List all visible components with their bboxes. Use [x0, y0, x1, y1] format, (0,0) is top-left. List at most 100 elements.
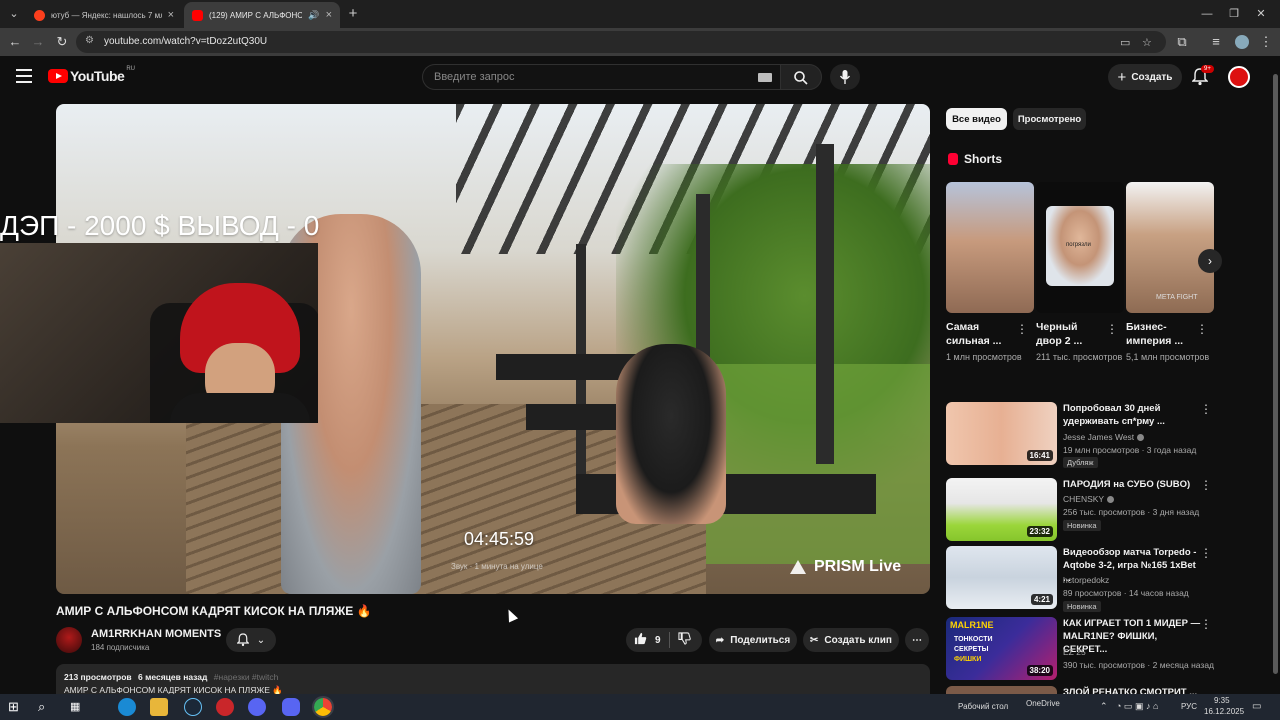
address-bar[interactable]: ⚙ youtube.com/watch?v=tDoz2utQ30U ▭ ☆	[76, 31, 1166, 53]
steam-icon[interactable]	[184, 698, 202, 716]
more-vertical-icon[interactable]: ⋮	[1196, 322, 1208, 336]
short-title[interactable]: Бизнес-империя ...	[1126, 320, 1196, 348]
channel-name[interactable]: CHENSKY	[1063, 494, 1104, 504]
video-channel[interactable]: Jesse James West	[1063, 432, 1145, 442]
profile-icon[interactable]	[1232, 32, 1252, 52]
video-title[interactable]: ПАРОДИЯ на СУБО (SUBO)	[1063, 478, 1203, 491]
hashtags[interactable]: #нарезки #twitch	[214, 672, 279, 682]
short-thumbnail[interactable]: META FIGHT	[1126, 182, 1214, 313]
desktop-toolbar-label[interactable]: Рабочий стол	[958, 702, 1008, 711]
create-button[interactable]: + Создать	[1108, 64, 1182, 90]
watermark-text: PRISM Live	[814, 558, 902, 575]
app-icon[interactable]	[248, 698, 266, 716]
keyboard-icon[interactable]	[758, 73, 772, 82]
chevron-right-icon[interactable]: ›	[1198, 249, 1222, 273]
back-icon[interactable]: ←	[5, 32, 25, 52]
recommended-video[interactable]: 23:32 ПАРОДИЯ на СУБО (SUBO) CHENSKY 256…	[946, 478, 1216, 542]
video-thumbnail[interactable]: MALR1NE ТОНКОСТИ СЕКРЕТЫ ФИШКИ 38:20	[946, 617, 1057, 680]
site-settings-icon[interactable]: ⚙	[85, 35, 94, 46]
clock-time[interactable]: 9:35	[1214, 696, 1230, 705]
account-avatar[interactable]	[1228, 66, 1250, 88]
menu-hamburger-icon[interactable]	[16, 69, 32, 83]
short-thumbnail[interactable]	[946, 182, 1034, 313]
video-title[interactable]: Попробовал 30 дней удерживать сп*рму ...	[1063, 402, 1203, 428]
short-title[interactable]: Черный двор 2 ...	[1036, 320, 1106, 348]
discord-icon[interactable]	[282, 698, 300, 716]
chip-all-videos[interactable]: Все видео	[946, 108, 1007, 130]
bell-icon	[236, 633, 249, 647]
speaker-icon[interactable]: 🔊	[308, 10, 319, 21]
video-thumbnail[interactable]	[946, 686, 1057, 694]
close-window-icon[interactable]: ✕	[1250, 5, 1272, 23]
video-thumbnail[interactable]: 4:21	[946, 546, 1057, 609]
more-vertical-icon[interactable]: ⋮	[1200, 478, 1212, 492]
extensions-icon[interactable]: ⧉	[1172, 32, 1192, 52]
more-actions-button[interactable]: ⋯	[905, 628, 929, 652]
youtube-logo[interactable]: YouTube RU	[48, 66, 135, 84]
browser-tab-yandex[interactable]: ютуб — Яндекс: нашлось 7 млн ×	[26, 2, 182, 28]
forward-icon[interactable]: →	[28, 32, 48, 52]
tray-icons[interactable]: ◔ ▭ ▣ ♪ ⌂	[1116, 701, 1158, 712]
tab-search-icon[interactable]: ⌄	[3, 5, 25, 23]
channel-avatar[interactable]	[56, 627, 82, 653]
short-title[interactable]: Самая сильная ...	[946, 320, 1016, 348]
like-button[interactable]	[634, 632, 647, 648]
like-divider	[668, 632, 670, 648]
language-indicator[interactable]: РУС	[1181, 702, 1197, 711]
more-vertical-icon[interactable]: ⋮	[1106, 322, 1118, 336]
search-input[interactable]: Введите запрос	[422, 64, 780, 90]
reload-icon[interactable]: ↻	[52, 32, 72, 52]
close-tab-icon[interactable]: ×	[326, 9, 332, 21]
subscription-bell-button[interactable]: ⌄	[226, 628, 276, 652]
short-card[interactable]: Самая сильная ... 1 млн просмотров ⋮	[946, 182, 1034, 364]
share-button[interactable]: ➦ Поделиться	[709, 628, 797, 652]
clock-date[interactable]: 16.12.2025	[1204, 707, 1244, 716]
reading-list-icon[interactable]: ≡	[1206, 32, 1226, 52]
more-vertical-icon[interactable]: ⋮	[1200, 617, 1212, 631]
recommended-video[interactable]: MALR1NE ТОНКОСТИ СЕКРЕТЫ ФИШКИ 38:20 КАК…	[946, 617, 1216, 681]
short-views: 1 млн просмотров	[946, 352, 1022, 362]
short-thumbnail[interactable]: погрязли	[1036, 182, 1124, 313]
channel-name[interactable]: AM1RRKHAN MOMENTS	[91, 628, 221, 640]
recommended-video[interactable]: 16:41 Попробовал 30 дней удерживать сп*р…	[946, 402, 1216, 468]
file-explorer-icon[interactable]	[150, 698, 168, 716]
app-icon[interactable]	[216, 698, 234, 716]
dislike-button[interactable]	[677, 632, 691, 648]
browser-menu-icon[interactable]: ⋮	[1256, 32, 1276, 52]
video-channel[interactable]: CHENSKY	[1063, 494, 1115, 504]
short-card[interactable]: погрязли Черный двор 2 ... 211 тыс. прос…	[1036, 182, 1124, 364]
recommended-video[interactable]: ЗЛОЙ РЕНАТКО СМОТРИТ ...	[946, 686, 1216, 694]
video-channel[interactable]: EZ 25	[1063, 647, 1086, 657]
search-button[interactable]	[780, 64, 822, 90]
windows-start-icon[interactable]: ⊞	[8, 698, 26, 716]
close-tab-icon[interactable]: ×	[168, 9, 174, 21]
video-title[interactable]: ЗЛОЙ РЕНАТКО СМОТРИТ ...	[1063, 686, 1203, 694]
scrollbar-thumb[interactable]	[1273, 74, 1278, 674]
create-clip-button[interactable]: ✂ Создать клип	[803, 628, 899, 652]
recommended-video[interactable]: 4:21 Видеообзор матча Torpedo - Aqtobe 3…	[946, 546, 1216, 612]
video-thumbnail[interactable]: 23:32	[946, 478, 1057, 541]
new-tab-plus-icon[interactable]: +	[342, 5, 364, 23]
restore-icon[interactable]: ❐	[1223, 5, 1245, 23]
more-vertical-icon[interactable]: ⋮	[1200, 546, 1212, 560]
minimize-icon[interactable]: —	[1196, 5, 1218, 23]
chip-watched[interactable]: Просмотрено	[1013, 108, 1086, 130]
notification-center-icon[interactable]: ▭	[1252, 701, 1261, 712]
voice-search-button[interactable]	[830, 64, 860, 90]
onedrive-label[interactable]: OneDrive	[1026, 699, 1060, 708]
short-card[interactable]: META FIGHT Бизнес-империя ... 5,1 млн пр…	[1126, 182, 1214, 364]
channel-name[interactable]: Jesse James West	[1063, 432, 1134, 442]
more-vertical-icon[interactable]: ⋮	[1016, 322, 1028, 336]
cast-icon[interactable]: ▭	[1120, 36, 1130, 49]
search-taskbar-icon[interactable]: ⌕	[38, 698, 56, 716]
video-channel[interactable]: hctorpedokz	[1063, 575, 1109, 585]
more-vertical-icon[interactable]: ⋮	[1200, 402, 1212, 416]
tray-chevron-icon[interactable]: ⌃	[1100, 701, 1108, 712]
url-text[interactable]: youtube.com/watch?v=tDoz2utQ30U	[104, 36, 267, 47]
chrome-icon[interactable]	[312, 696, 334, 718]
edge-icon[interactable]	[118, 698, 136, 716]
task-view-icon[interactable]: ▦	[70, 698, 88, 716]
video-thumbnail[interactable]: 16:41	[946, 402, 1057, 465]
browser-tab-youtube[interactable]: (129) АМИР С АЛЬФОНСОМ 🔊 ×	[184, 2, 340, 28]
bookmark-star-icon[interactable]: ☆	[1142, 36, 1152, 49]
